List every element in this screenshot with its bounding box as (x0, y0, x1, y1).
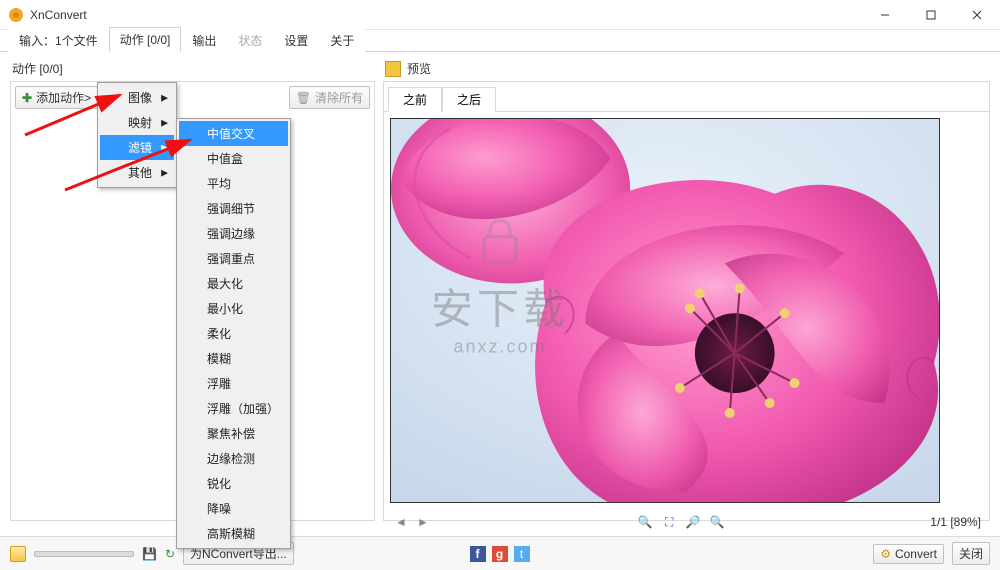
tab-after[interactable]: 之后 (442, 87, 496, 112)
gear-icon: ⚙ (880, 547, 891, 561)
filter-item[interactable]: 强调细节 (179, 196, 288, 221)
facebook-icon[interactable]: f (470, 546, 486, 562)
minimize-button[interactable] (862, 0, 908, 30)
bottom-bar: 💾 ↻ 为NConvert导出... f g t ⚙ Convert 关闭 (0, 536, 1000, 570)
zoom-in-icon[interactable]: 🔍 (636, 513, 654, 531)
menu-map[interactable]: 映射▶ (100, 110, 174, 135)
thumb-size-slider[interactable] (34, 551, 134, 557)
zoom-100-icon[interactable]: 🔎 (684, 513, 702, 531)
close-button[interactable] (954, 0, 1000, 30)
tab-about[interactable]: 关于 (319, 28, 365, 52)
menu-other[interactable]: 其他▶ (100, 160, 174, 185)
clear-all-label: 清除所有 (315, 89, 363, 106)
preview-label: 预览 (383, 56, 990, 81)
preview-panel: 预览 之前 之后 (383, 56, 990, 522)
convert-button[interactable]: ⚙ Convert (873, 544, 944, 564)
filter-item[interactable]: 锐化 (179, 471, 288, 496)
app-icon (8, 7, 24, 23)
preview-icon (385, 61, 401, 77)
maximize-button[interactable] (908, 0, 954, 30)
plus-icon: ✚ (22, 91, 32, 105)
preview-body (384, 112, 989, 509)
tab-input[interactable]: 输入：1个文件 (8, 28, 109, 52)
close-app-button[interactable]: 关闭 (952, 542, 990, 565)
reload-icon[interactable]: ↻ (165, 547, 175, 561)
tab-output[interactable]: 输出 (181, 28, 227, 52)
preview-label-text: 预览 (407, 60, 431, 77)
titlebar: XnConvert (0, 0, 1000, 30)
clear-icon: 🗑 (296, 91, 311, 105)
actions-label: 动作 [0/0] (10, 56, 375, 81)
preview-box: 之前 之后 (383, 81, 990, 521)
main-tabs: 输入：1个文件 动作 [0/0] 输出 状态 设置 关于 (0, 30, 1000, 52)
filter-item[interactable]: 中值交叉 (179, 121, 288, 146)
window-title: XnConvert (30, 8, 862, 22)
convert-label: Convert (895, 547, 937, 561)
tab-before[interactable]: 之前 (388, 87, 442, 112)
preview-counter: 1/1 [89%] (930, 515, 981, 529)
next-image-button[interactable]: ► (414, 513, 432, 531)
filter-item[interactable]: 中值盒 (179, 146, 288, 171)
filter-item[interactable]: 降噪 (179, 496, 288, 521)
social-icons: f g t (470, 546, 530, 562)
folder-icon[interactable] (10, 546, 26, 562)
zoom-out-icon[interactable]: 🔍 (708, 513, 726, 531)
menu-image[interactable]: 图像▶ (100, 85, 174, 110)
clear-all-button[interactable]: 🗑 清除所有 (289, 86, 370, 109)
actions-toolbar: ✚ 添加动作> 🗑 清除所有 (11, 82, 374, 113)
filter-item[interactable]: 强调重点 (179, 246, 288, 271)
fit-icon[interactable]: ⛶ (660, 513, 678, 531)
tab-settings[interactable]: 设置 (273, 28, 319, 52)
filter-item[interactable]: 平均 (179, 171, 288, 196)
prev-image-button[interactable]: ◄ (392, 513, 410, 531)
filter-item[interactable]: 浮雕（加强） (179, 396, 288, 421)
twitter-icon[interactable]: t (514, 546, 530, 562)
tab-status[interactable]: 状态 (227, 28, 273, 52)
filter-item[interactable]: 强调边缘 (179, 221, 288, 246)
filter-item[interactable]: 边缘检测 (179, 446, 288, 471)
filter-item[interactable]: 模糊 (179, 346, 288, 371)
filter-item[interactable]: 高斯模糊 (179, 521, 288, 546)
add-action-button[interactable]: ✚ 添加动作> (15, 86, 98, 109)
preview-tabs: 之前 之后 (384, 82, 989, 112)
filter-item[interactable]: 聚焦补偿 (179, 421, 288, 446)
window-buttons (862, 0, 1000, 30)
add-action-label: 添加动作> (36, 89, 91, 106)
filter-submenu: 中值交叉 中值盒 平均 强调细节 强调边缘 强调重点 最大化 最小化 柔化 模糊… (176, 118, 291, 549)
menu-filter[interactable]: 滤镜▶ (100, 135, 174, 160)
add-action-menu: 图像▶ 映射▶ 滤镜▶ 其他▶ (97, 82, 177, 188)
filter-item[interactable]: 最大化 (179, 271, 288, 296)
google-plus-icon[interactable]: g (492, 546, 508, 562)
preview-image (390, 118, 940, 503)
filter-item[interactable]: 柔化 (179, 321, 288, 346)
filter-item[interactable]: 最小化 (179, 296, 288, 321)
tab-actions[interactable]: 动作 [0/0] (109, 27, 182, 52)
preview-footer: ◄ ► 🔍 ⛶ 🔎 🔍 1/1 [89%] (384, 509, 989, 535)
filter-item[interactable]: 浮雕 (179, 371, 288, 396)
save-icon[interactable]: 💾 (142, 547, 157, 561)
